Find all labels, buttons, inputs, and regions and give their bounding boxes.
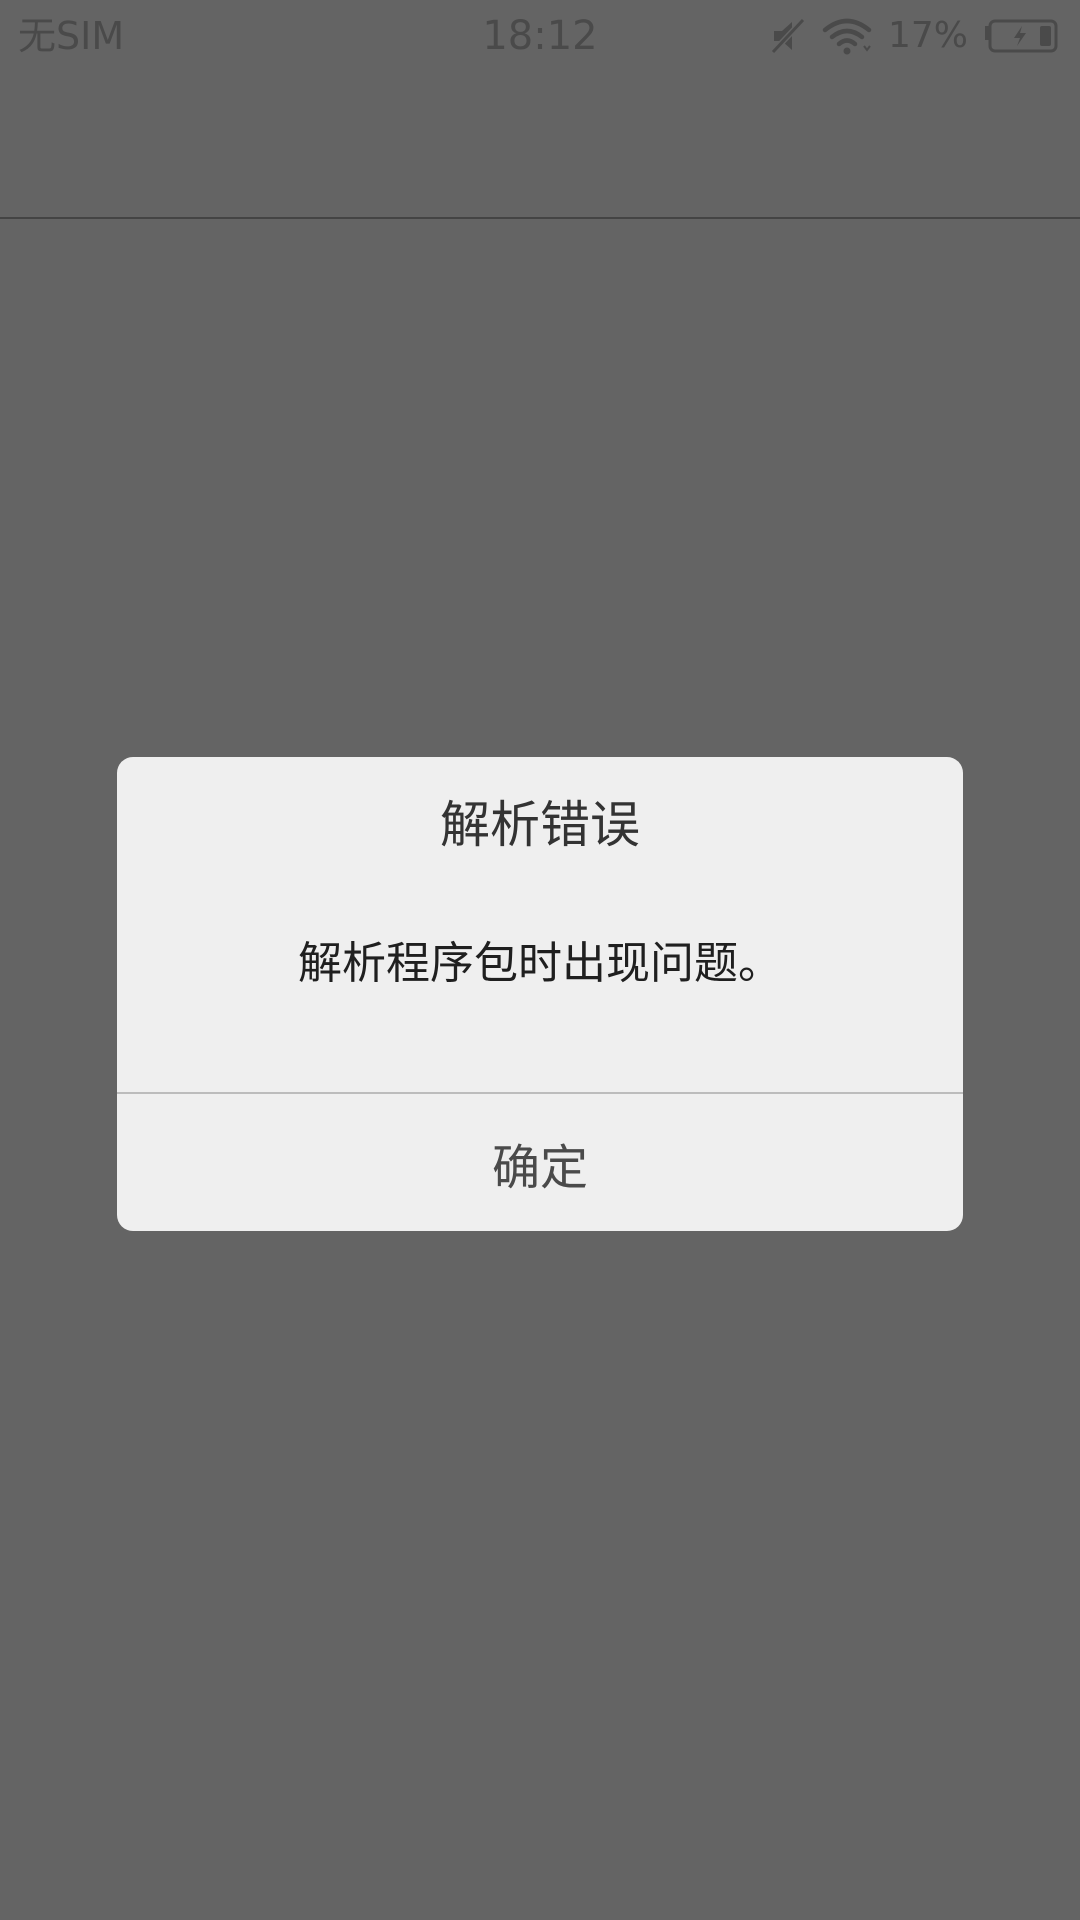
app-header xyxy=(0,72,1080,217)
screen: 无SIM 18:12 17% 解析错误 解析程序包时出现问题。 确定 xyxy=(0,0,1080,1920)
mute-icon xyxy=(770,16,806,56)
wifi-icon xyxy=(822,16,872,56)
dialog-title: 解析错误 xyxy=(440,796,640,854)
confirm-button[interactable]: 确定 xyxy=(117,1094,963,1231)
status-bar: 无SIM 18:12 17% xyxy=(0,0,1080,72)
status-icons: 17% xyxy=(770,14,1058,58)
error-dialog: 解析错误 解析程序包时出现问题。 确定 xyxy=(117,757,963,1231)
battery-percent: 17% xyxy=(887,15,968,56)
battery-charging-icon xyxy=(984,18,1058,54)
dialog-message: 解析程序包时出现问题。 xyxy=(298,938,782,989)
header-divider xyxy=(0,217,1080,219)
